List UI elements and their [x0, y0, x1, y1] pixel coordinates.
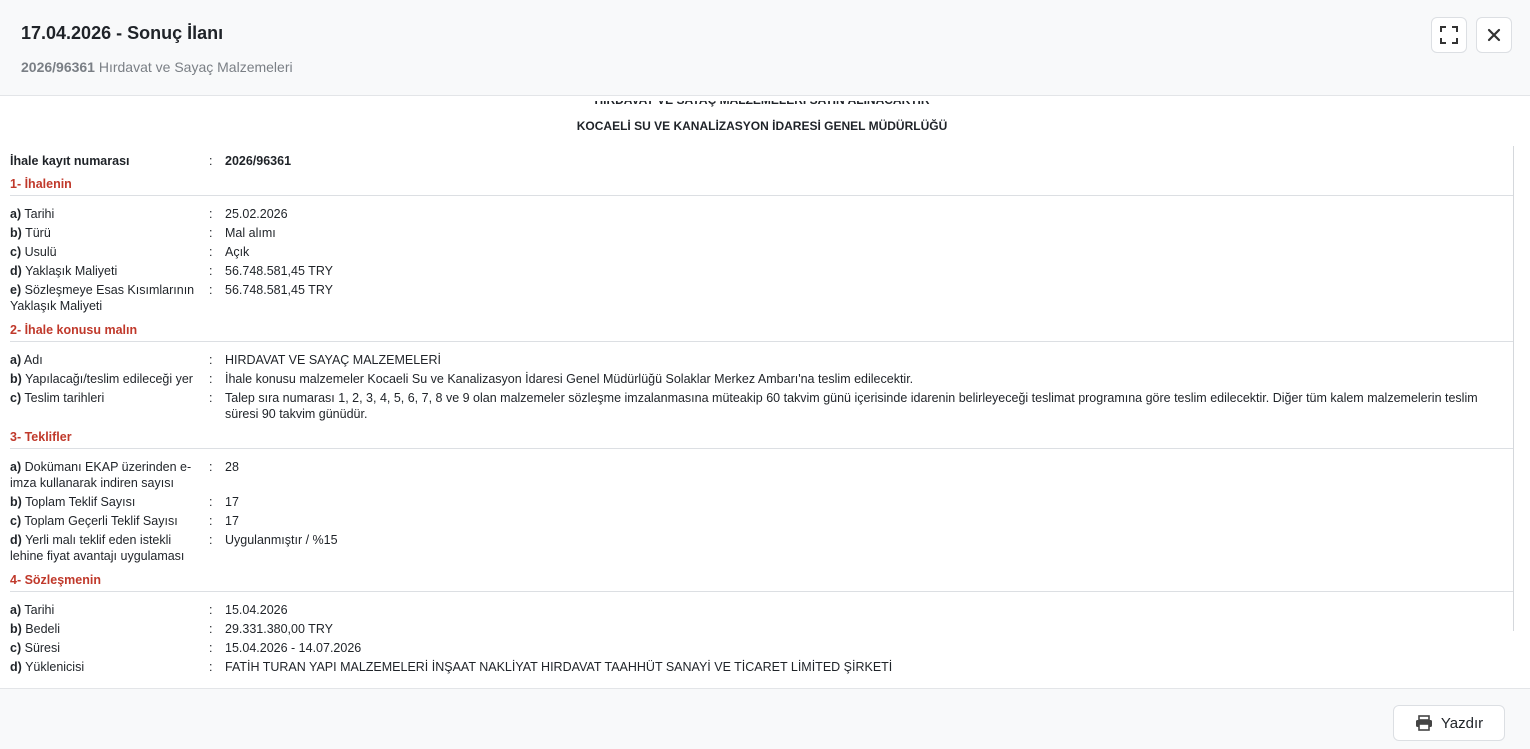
- modal-title: 17.04.2026 - Sonuç İlanı: [21, 23, 224, 43]
- registry-label: İhale kayıt numarası: [10, 154, 130, 168]
- close-icon: [1487, 28, 1501, 42]
- doc-heading-1: HIRDAVAT VE SAYAÇ MALZEMELERİ SATIN ALIN…: [594, 96, 930, 107]
- modal-header: 17.04.2026 - Sonuç İlanı 2026/96361 Hırd…: [0, 0, 1530, 96]
- section-title: 4- Sözleşmenin: [10, 573, 101, 587]
- section-title: 2- İhale konusu malın: [10, 323, 138, 337]
- section-title: 1- İhalenin: [10, 177, 72, 191]
- divider: [10, 591, 1513, 592]
- modal-subtitle: 2026/96361 Hırdavat ve Sayaç Malzemeleri: [21, 59, 293, 75]
- expand-button[interactable]: [1431, 17, 1467, 53]
- section-title: 3- Teklifler: [10, 430, 72, 444]
- print-button[interactable]: Yazdır: [1393, 705, 1505, 741]
- expand-icon: [1440, 26, 1458, 44]
- registry-value: 2026/96361: [225, 154, 292, 168]
- divider: [10, 195, 1513, 196]
- printer-icon: [1415, 715, 1432, 731]
- doc-heading-2: KOCAELİ SU VE KANALİZASYON İDARESİ GENEL…: [576, 119, 948, 133]
- tender-code: 2026/96361: [21, 59, 95, 75]
- tender-name: Hırdavat ve Sayaç Malzemeleri: [98, 59, 293, 75]
- divider: [10, 341, 1513, 342]
- announcement-document[interactable]: HIRDAVAT VE SAYAÇ MALZEMELERİ SATIN ALIN…: [0, 96, 1530, 689]
- print-label: Yazdır: [1440, 714, 1484, 732]
- scrollbar-track[interactable]: [1513, 146, 1514, 631]
- divider: [10, 448, 1513, 449]
- close-button[interactable]: [1476, 17, 1512, 53]
